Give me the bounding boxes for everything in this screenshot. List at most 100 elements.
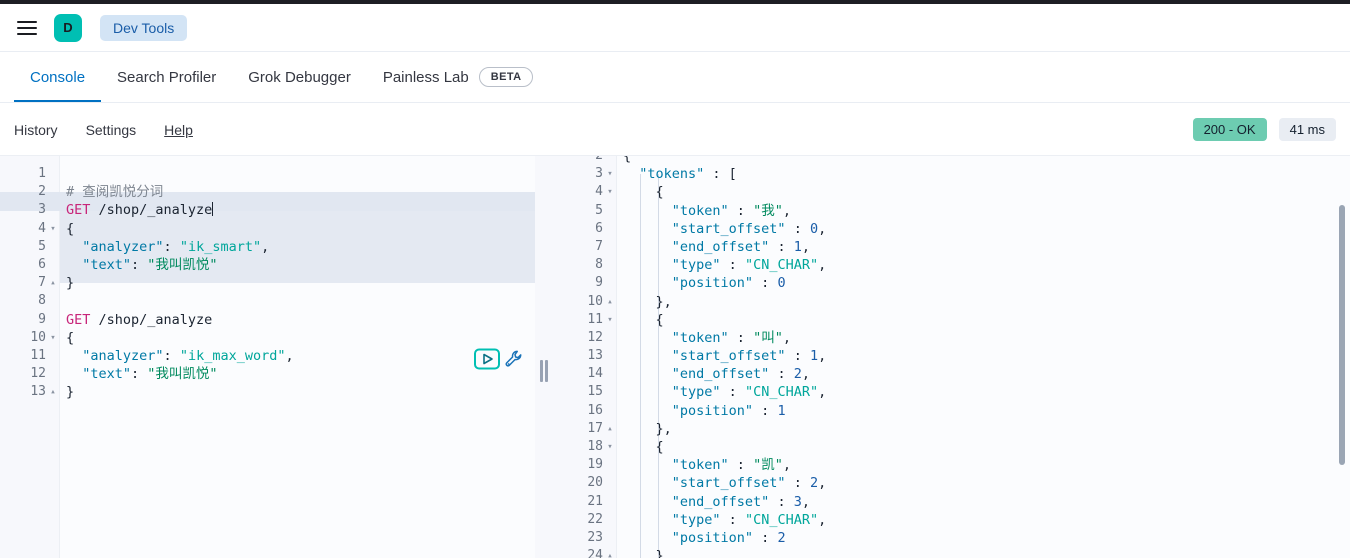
code-token: : [785, 220, 810, 237]
console-editors: 1 2 # 查阅凯悦分词 3 GET /shop/_analyze 4 ▾{5 "analy… [0, 156, 1350, 558]
code-token: "start_offset" [623, 220, 786, 237]
dev-tools-tabs: Console Search Profiler Grok Debugger Pa… [0, 53, 1350, 103]
play-icon[interactable] [474, 348, 500, 370]
code-token: "我叫凯悦" [147, 256, 218, 273]
line-number: 19 [587, 457, 603, 473]
tab-search-profiler[interactable]: Search Profiler [101, 52, 232, 102]
code-token: : [769, 493, 794, 510]
code-token: "ik_smart" [179, 238, 262, 255]
line-number: 10 [587, 293, 603, 309]
help-button[interactable]: Help [164, 122, 193, 138]
code-token: "CN_CHAR" [744, 384, 819, 401]
fold-toggle-icon[interactable]: ▾ [603, 438, 617, 456]
code-line: 3 ▾ "tokens" : [ [555, 165, 1350, 183]
line-number: 2 [555, 156, 603, 165]
fold-toggle-icon[interactable]: ▾ [603, 165, 617, 183]
line-text: "position" : 0 [617, 274, 1350, 292]
code-token: "start_offset" [623, 475, 786, 492]
code-token: }, [623, 548, 672, 558]
line-number: 4 [595, 184, 603, 200]
response-scrollbar[interactable] [1339, 205, 1345, 465]
code-token: , [782, 457, 791, 474]
code-line: 7 ▴} [0, 274, 535, 292]
code-token: : [720, 257, 745, 274]
code-token: # 查阅凯悦分词 [66, 184, 164, 201]
line-text: }, [617, 293, 1350, 311]
code-line: 1 [0, 165, 535, 183]
line-text: "start_offset" : 0, [617, 220, 1350, 238]
code-token: }, [623, 293, 672, 310]
fold-toggle-icon[interactable]: ▴ [603, 293, 617, 311]
line-number: 15 [587, 384, 603, 400]
code-token: { [623, 439, 664, 455]
fold-toggle-icon[interactable]: ▾ [46, 329, 60, 347]
code-token: }, [623, 420, 672, 437]
wrench-icon[interactable] [504, 349, 524, 369]
fold-toggle-icon[interactable]: ▴ [603, 420, 617, 438]
fold-toggle-icon[interactable]: ▴ [46, 383, 60, 401]
code-token: , [285, 347, 294, 364]
code-token: , [818, 475, 827, 492]
line-text: "text": "我叫凯悦" [60, 365, 535, 383]
line-text: { [60, 220, 535, 238]
splitter-grip-icon[interactable] [540, 360, 549, 382]
breadcrumb-dev-tools[interactable]: Dev Tools [100, 14, 188, 41]
fold-toggle-icon[interactable]: ▾ [603, 311, 617, 329]
code-line: 23 "position" : 2 [555, 529, 1350, 547]
code-line: 16 "position" : 1 [555, 402, 1350, 420]
code-line: 12 "token" : "叫", [555, 329, 1350, 347]
code-token: , [261, 238, 270, 255]
line-number: 22 [587, 511, 603, 527]
code-token: "analyzer" [66, 238, 164, 255]
line-text: { [617, 438, 1350, 456]
line-text: }, [617, 420, 1350, 438]
code-line: 6 "text": "我叫凯悦" [0, 256, 535, 274]
code-line: 11 "analyzer": "ik_max_word", [0, 347, 535, 365]
code-token: "token" [623, 202, 729, 219]
fold-toggle-icon[interactable]: ▾ [603, 183, 617, 201]
code-token: GET [66, 202, 91, 219]
code-token: "type" [623, 384, 721, 401]
tab-grok-debugger[interactable]: Grok Debugger [232, 52, 367, 102]
fold-toggle-icon[interactable]: ▾ [46, 220, 60, 238]
code-token: { [623, 156, 632, 164]
text-cursor [212, 202, 214, 217]
line-number: 8 [595, 257, 603, 273]
code-token: "end_offset" [623, 238, 770, 255]
line-text: "position" : 2 [617, 529, 1350, 547]
code-token: "position" [623, 275, 754, 292]
code-token: , [782, 329, 791, 346]
fold-toggle-icon[interactable]: ▴ [46, 274, 60, 292]
code-line: 4 ▾ { [0, 220, 535, 238]
code-token: } [66, 275, 75, 292]
tab-console[interactable]: Console [14, 52, 102, 102]
line-text: "analyzer": "ik_max_word", [60, 347, 535, 365]
code-line: 11 ▾ { [555, 311, 1350, 329]
line-number: 3 [595, 166, 603, 182]
tab-grok-debugger-label: Grok Debugger [248, 68, 351, 86]
settings-button[interactable]: Settings [86, 122, 137, 138]
hamburger-menu-icon[interactable] [14, 15, 40, 41]
tab-painless-lab[interactable]: Painless Lab BETA [367, 52, 550, 102]
line-number: 7 [38, 275, 46, 291]
tab-painless-lab-label: Painless Lab [382, 68, 469, 86]
code-token: : [769, 366, 794, 383]
line-number: 2 [38, 184, 46, 200]
response-editor[interactable]: 2{3▾ "tokens" : [4▾ {5 "token" : "我",6 "… [555, 156, 1350, 558]
line-text: { [60, 329, 535, 347]
code-token: , [818, 348, 827, 365]
code-token: : [131, 366, 148, 383]
request-editor[interactable]: 1 2 # 查阅凯悦分词 3 GET /shop/_analyze 4 ▾{5 "analy… [0, 156, 535, 558]
code-token: { [623, 184, 664, 201]
code-token: : [728, 329, 754, 346]
editor-splitter[interactable] [535, 156, 555, 558]
code-token: "text" [66, 366, 132, 383]
line-number: 1 [38, 166, 46, 181]
code-token: , [801, 238, 810, 255]
avatar[interactable]: D [54, 13, 82, 42]
code-token: , [782, 202, 791, 219]
fold-toggle-icon[interactable]: ▴ [603, 547, 617, 558]
history-button[interactable]: History [14, 122, 58, 138]
code-token: "凯" [753, 457, 783, 474]
line-number: 6 [38, 256, 46, 272]
